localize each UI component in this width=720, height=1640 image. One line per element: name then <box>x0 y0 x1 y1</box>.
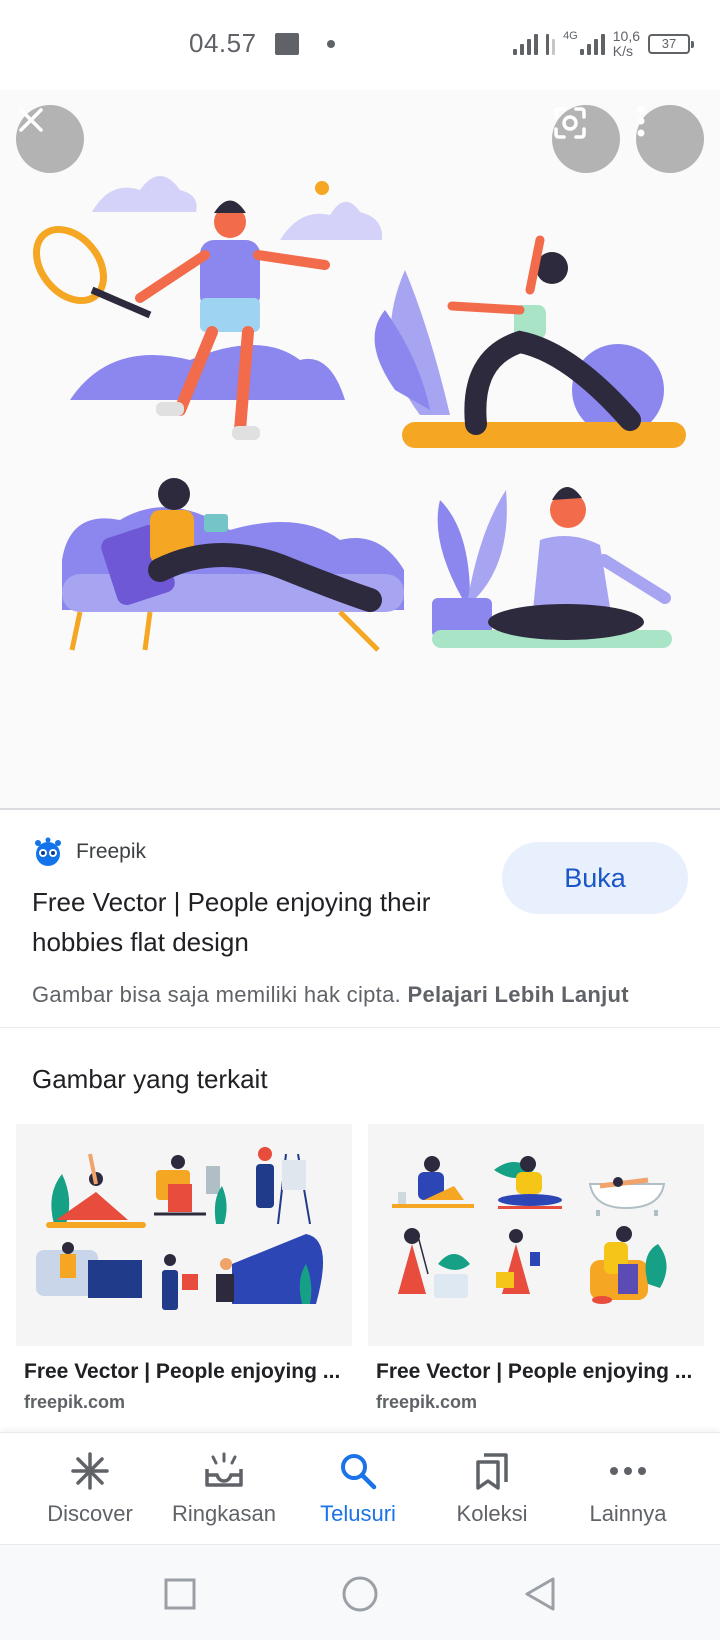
lens-button[interactable] <box>552 105 620 173</box>
status-bar: 04.57 4G 10,6 K/s 37 <box>0 0 720 90</box>
asterisk-icon <box>71 1452 109 1490</box>
bookmarks-icon <box>476 1453 508 1490</box>
divider <box>0 1027 720 1028</box>
learn-more-link[interactable]: Pelajari Lebih Lanjut <box>407 982 628 1007</box>
signal-icon <box>513 33 539 55</box>
related-card-title[interactable]: Free Vector | People enjoying ... <box>368 1360 704 1384</box>
related-heading: Gambar yang terkait <box>32 1064 268 1094</box>
bottom-tab-bar: Discover Ringkasan Telusuri Koleksi Lain… <box>0 1432 720 1544</box>
recent-apps-button[interactable] <box>155 1569 205 1619</box>
battery-level: 37 <box>661 36 677 51</box>
search-icon <box>341 1454 377 1490</box>
more-options-button[interactable] <box>636 105 704 173</box>
tab-label: Ringkasan <box>172 1501 276 1526</box>
square-icon <box>164 1578 196 1610</box>
more-horiz-icon <box>610 1467 646 1475</box>
related-card-domain: freepik.com <box>24 1392 126 1412</box>
copyright-notice: Gambar bisa saja memiliki hak cipta. Pel… <box>32 982 629 1008</box>
related-thumbnail[interactable] <box>368 1124 704 1346</box>
close-button[interactable] <box>16 105 84 173</box>
related-card-domain: freepik.com <box>376 1392 478 1412</box>
back-triangle-icon <box>525 1577 555 1611</box>
thumbnail-illustration <box>16 1124 352 1346</box>
speed-unit: K/s <box>612 43 633 59</box>
lens-icon <box>554 107 586 139</box>
copyright-text: Gambar bisa saja memiliki hak cipta. <box>32 982 402 1007</box>
speed-value: 10,6 <box>612 28 640 44</box>
signal-icon-2 <box>579 33 605 55</box>
tab-discover[interactable]: Discover <box>22 1447 158 1527</box>
tab-label: Discover <box>47 1501 133 1526</box>
tab-label: Telusuri <box>320 1501 396 1526</box>
divider <box>0 808 720 810</box>
tab-label: Koleksi <box>456 1501 528 1526</box>
circle-icon <box>342 1576 378 1612</box>
back-button[interactable] <box>515 1569 565 1619</box>
dot-icon <box>327 40 335 48</box>
more-vert-icon <box>637 105 645 137</box>
thumbnail-illustration <box>368 1124 704 1346</box>
data-arrows-icon <box>546 33 556 55</box>
system-nav-bar <box>0 1544 720 1640</box>
home-button[interactable] <box>335 1569 385 1619</box>
source-name: Freepik <box>76 840 147 863</box>
source-row[interactable]: Freepik <box>32 836 146 868</box>
result-title[interactable]: Free Vector | People enjoying their hobb… <box>32 882 462 962</box>
freepik-logo-icon <box>35 837 61 866</box>
network-speed: 10,6 K/s <box>613 29 640 59</box>
close-icon <box>19 108 43 132</box>
notification-icon <box>275 33 299 55</box>
tab-lainnya[interactable]: Lainnya <box>560 1447 696 1527</box>
tab-label: Lainnya <box>589 1501 667 1526</box>
related-card-title[interactable]: Free Vector | People enjoying ... <box>16 1360 352 1384</box>
related-thumbnail[interactable] <box>16 1124 352 1346</box>
related-card[interactable]: Free Vector | People enjoying ... freepi… <box>368 1124 704 1413</box>
tab-telusuri[interactable]: Telusuri <box>290 1447 426 1527</box>
related-card[interactable]: Free Vector | People enjoying ... freepi… <box>16 1124 352 1413</box>
open-button[interactable]: Buka <box>502 842 688 914</box>
status-icons: 4G 10,6 K/s 37 <box>513 26 694 62</box>
tab-koleksi[interactable]: Koleksi <box>424 1447 560 1527</box>
network-type: 4G <box>563 30 578 42</box>
tab-ringkasan[interactable]: Ringkasan <box>156 1447 292 1527</box>
status-time: 04.57 <box>189 28 257 58</box>
hobbies-illustration <box>33 176 686 652</box>
hero-image[interactable] <box>0 90 720 808</box>
tray-icon <box>205 1452 243 1487</box>
battery-icon: 37 <box>648 34 694 54</box>
